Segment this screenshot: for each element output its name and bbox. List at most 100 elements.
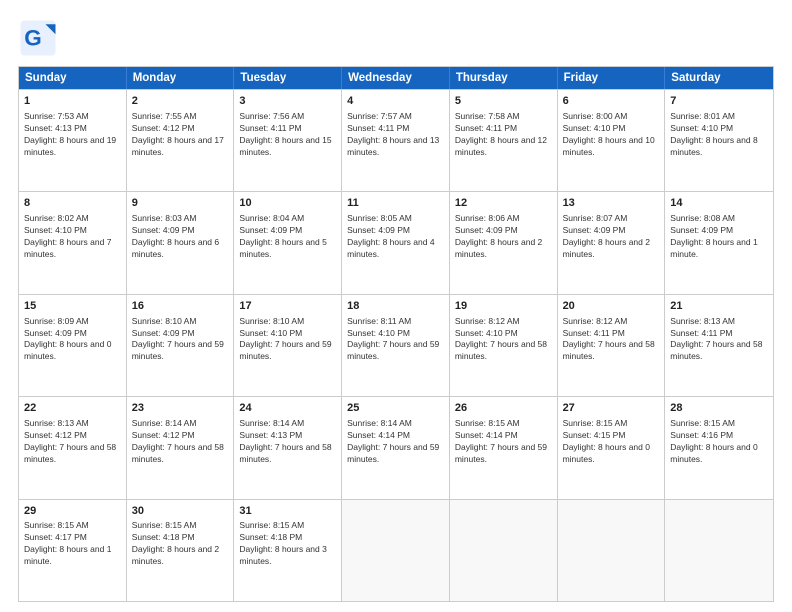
cal-cell-day-11: 11Sunrise: 8:05 AMSunset: 4:09 PMDayligh… — [342, 192, 450, 293]
cal-cell-day-29: 29Sunrise: 8:15 AMSunset: 4:17 PMDayligh… — [19, 500, 127, 601]
page: G SundayMondayTuesdayWednesdayThursdayFr… — [0, 0, 792, 612]
day-info: Sunrise: 8:15 AMSunset: 4:17 PMDaylight:… — [24, 520, 121, 568]
day-number: 10 — [239, 196, 336, 211]
cal-cell-empty-4-4 — [450, 500, 558, 601]
cal-header-saturday: Saturday — [665, 67, 773, 89]
day-number: 2 — [132, 94, 229, 109]
day-number: 29 — [24, 504, 121, 519]
cal-cell-day-2: 2 Sunrise: 7:55 AMSunset: 4:12 PMDaylight… — [127, 90, 235, 191]
cal-header-wednesday: Wednesday — [342, 67, 450, 89]
cal-cell-day-1: 1 Sunrise: 7:53 AMSunset: 4:13 PMDaylight… — [19, 90, 127, 191]
day-info: Sunrise: 8:03 AMSunset: 4:09 PMDaylight:… — [132, 213, 229, 261]
day-info: Sunrise: 8:15 AMSunset: 4:18 PMDaylight:… — [239, 520, 336, 568]
cal-cell-empty-4-3 — [342, 500, 450, 601]
day-number: 1 — [24, 94, 121, 109]
calendar: SundayMondayTuesdayWednesdayThursdayFrid… — [18, 66, 774, 602]
cal-header-thursday: Thursday — [450, 67, 558, 89]
day-number: 12 — [455, 196, 552, 211]
logo: G — [18, 18, 60, 58]
day-number: 20 — [563, 299, 660, 314]
cal-cell-day-4: 4Sunrise: 7:57 AMSunset: 4:11 PMDaylight… — [342, 90, 450, 191]
day-info: Sunrise: 8:14 AMSunset: 4:13 PMDaylight:… — [239, 418, 336, 466]
day-number: 19 — [455, 299, 552, 314]
cal-cell-day-21: 21Sunrise: 8:13 AMSunset: 4:11 PMDayligh… — [665, 295, 773, 396]
day-info: Sunrise: 8:06 AMSunset: 4:09 PMDaylight:… — [455, 213, 552, 261]
day-number: 15 — [24, 299, 121, 314]
day-number: 30 — [132, 504, 229, 519]
day-number: 6 — [563, 94, 660, 109]
cal-cell-day-3: 3Sunrise: 7:56 AMSunset: 4:11 PMDaylight… — [234, 90, 342, 191]
day-info: Sunrise: 8:15 AMSunset: 4:16 PMDaylight:… — [670, 418, 768, 466]
cal-cell-day-10: 10 Sunrise: 8:04 AMSunset: 4:09 PMDayligh… — [234, 192, 342, 293]
day-info: Sunrise: 8:01 AMSunset: 4:10 PMDaylight:… — [670, 111, 768, 159]
day-info: Sunrise: 8:04 AMSunset: 4:09 PMDaylight:… — [239, 213, 336, 261]
cal-cell-day-7: 7 Sunrise: 8:01 AMSunset: 4:10 PMDaylight… — [665, 90, 773, 191]
day-number: 17 — [239, 299, 336, 314]
day-number: 7 — [670, 94, 768, 109]
cal-cell-day-17: 17 Sunrise: 8:10 AMSunset: 4:10 PMDayligh… — [234, 295, 342, 396]
cal-cell-day-27: 27 Sunrise: 8:15 AMSunset: 4:15 PMDayligh… — [558, 397, 666, 498]
cal-cell-day-23: 23 Sunrise: 8:14 AMSunset: 4:12 PMDayligh… — [127, 397, 235, 498]
cal-week-row-0: 1 Sunrise: 7:53 AMSunset: 4:13 PMDaylight… — [19, 89, 773, 191]
cal-cell-day-22: 22 Sunrise: 8:13 AMSunset: 4:12 PMDayligh… — [19, 397, 127, 498]
day-info: Sunrise: 8:14 AMSunset: 4:12 PMDaylight:… — [132, 418, 229, 466]
cal-cell-day-19: 19 Sunrise: 8:12 AMSunset: 4:10 PMDayligh… — [450, 295, 558, 396]
cal-cell-empty-4-5 — [558, 500, 666, 601]
day-info: Sunrise: 8:13 AMSunset: 4:12 PMDaylight:… — [24, 418, 121, 466]
cal-header-friday: Friday — [558, 67, 666, 89]
day-info: Sunrise: 7:55 AMSunset: 4:12 PMDaylight:… — [132, 111, 229, 159]
cal-cell-day-24: 24 Sunrise: 8:14 AMSunset: 4:13 PMDayligh… — [234, 397, 342, 498]
cal-cell-day-26: 26Sunrise: 8:15 AMSunset: 4:14 PMDayligh… — [450, 397, 558, 498]
day-info: Sunrise: 8:02 AMSunset: 4:10 PMDaylight:… — [24, 213, 121, 261]
header: G — [18, 18, 774, 58]
cal-cell-day-30: 30Sunrise: 8:15 AMSunset: 4:18 PMDayligh… — [127, 500, 235, 601]
day-info: Sunrise: 8:15 AMSunset: 4:18 PMDaylight:… — [132, 520, 229, 568]
day-info: Sunrise: 7:53 AMSunset: 4:13 PMDaylight:… — [24, 111, 121, 159]
day-info: Sunrise: 7:58 AMSunset: 4:11 PMDaylight:… — [455, 111, 552, 159]
day-info: Sunrise: 8:13 AMSunset: 4:11 PMDaylight:… — [670, 316, 768, 364]
day-number: 24 — [239, 401, 336, 416]
day-info: Sunrise: 8:10 AMSunset: 4:09 PMDaylight:… — [132, 316, 229, 364]
cal-cell-day-20: 20 Sunrise: 8:12 AMSunset: 4:11 PMDayligh… — [558, 295, 666, 396]
day-info: Sunrise: 8:00 AMSunset: 4:10 PMDaylight:… — [563, 111, 660, 159]
cal-cell-day-9: 9 Sunrise: 8:03 AMSunset: 4:09 PMDaylight… — [127, 192, 235, 293]
cal-cell-day-16: 16 Sunrise: 8:10 AMSunset: 4:09 PMDayligh… — [127, 295, 235, 396]
cal-cell-empty-4-6 — [665, 500, 773, 601]
cal-cell-day-18: 18 Sunrise: 8:11 AMSunset: 4:10 PMDayligh… — [342, 295, 450, 396]
day-number: 9 — [132, 196, 229, 211]
day-info: Sunrise: 8:11 AMSunset: 4:10 PMDaylight:… — [347, 316, 444, 364]
day-info: Sunrise: 8:08 AMSunset: 4:09 PMDaylight:… — [670, 213, 768, 261]
day-number: 3 — [239, 94, 336, 109]
day-info: Sunrise: 8:12 AMSunset: 4:11 PMDaylight:… — [563, 316, 660, 364]
cal-cell-day-13: 13Sunrise: 8:07 AMSunset: 4:09 PMDayligh… — [558, 192, 666, 293]
cal-header-tuesday: Tuesday — [234, 67, 342, 89]
day-number: 16 — [132, 299, 229, 314]
day-info: Sunrise: 8:05 AMSunset: 4:09 PMDaylight:… — [347, 213, 444, 261]
day-number: 23 — [132, 401, 229, 416]
day-info: Sunrise: 7:57 AMSunset: 4:11 PMDaylight:… — [347, 111, 444, 159]
day-number: 18 — [347, 299, 444, 314]
calendar-header-row: SundayMondayTuesdayWednesdayThursdayFrid… — [19, 67, 773, 89]
cal-cell-day-12: 12 Sunrise: 8:06 AMSunset: 4:09 PMDayligh… — [450, 192, 558, 293]
cal-cell-day-6: 6 Sunrise: 8:00 AMSunset: 4:10 PMDaylight… — [558, 90, 666, 191]
cal-cell-day-8: 8 Sunrise: 8:02 AMSunset: 4:10 PMDaylight… — [19, 192, 127, 293]
day-info: Sunrise: 8:15 AMSunset: 4:15 PMDaylight:… — [563, 418, 660, 466]
cal-cell-day-25: 25Sunrise: 8:14 AMSunset: 4:14 PMDayligh… — [342, 397, 450, 498]
day-number: 28 — [670, 401, 768, 416]
day-info: Sunrise: 8:10 AMSunset: 4:10 PMDaylight:… — [239, 316, 336, 364]
day-number: 14 — [670, 196, 768, 211]
logo-icon: G — [18, 18, 58, 58]
cal-week-row-1: 8 Sunrise: 8:02 AMSunset: 4:10 PMDaylight… — [19, 191, 773, 293]
cal-cell-day-14: 14 Sunrise: 8:08 AMSunset: 4:09 PMDayligh… — [665, 192, 773, 293]
cal-cell-day-31: 31Sunrise: 8:15 AMSunset: 4:18 PMDayligh… — [234, 500, 342, 601]
cal-cell-day-15: 15Sunrise: 8:09 AMSunset: 4:09 PMDayligh… — [19, 295, 127, 396]
day-info: Sunrise: 8:12 AMSunset: 4:10 PMDaylight:… — [455, 316, 552, 364]
day-number: 8 — [24, 196, 121, 211]
day-number: 26 — [455, 401, 552, 416]
cal-header-monday: Monday — [127, 67, 235, 89]
day-number: 13 — [563, 196, 660, 211]
day-number: 22 — [24, 401, 121, 416]
svg-text:G: G — [24, 26, 42, 51]
cal-week-row-4: 29Sunrise: 8:15 AMSunset: 4:17 PMDayligh… — [19, 499, 773, 601]
day-number: 27 — [563, 401, 660, 416]
